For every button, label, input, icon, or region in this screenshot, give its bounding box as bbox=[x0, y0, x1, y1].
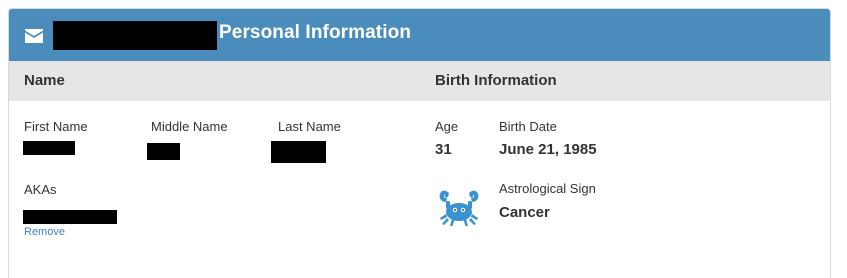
name-section-title: Name bbox=[24, 72, 65, 89]
remove-aka-link[interactable]: Remove bbox=[24, 226, 65, 238]
crab-icon bbox=[439, 190, 479, 226]
age-value: 31 bbox=[435, 141, 452, 158]
redacted-name-block bbox=[53, 21, 217, 50]
middle-name-label: Middle Name bbox=[151, 119, 228, 134]
astrological-sign-label: Astrological Sign bbox=[499, 181, 596, 196]
redacted-aka bbox=[23, 210, 117, 224]
last-name-label: Last Name bbox=[278, 119, 341, 134]
panel-header: Personal Information bbox=[9, 9, 830, 61]
akas-label: AKAs bbox=[24, 182, 57, 197]
mail-icon bbox=[25, 29, 43, 43]
section-header-bar bbox=[9, 61, 830, 101]
redacted-last-name bbox=[271, 141, 326, 163]
birth-date-label: Birth Date bbox=[499, 119, 557, 134]
panel-title: Personal Information bbox=[219, 22, 412, 43]
birth-section-title: Birth Information bbox=[435, 72, 557, 89]
first-name-label: First Name bbox=[24, 119, 88, 134]
astrological-sign-value: Cancer bbox=[499, 204, 550, 221]
redacted-middle-name bbox=[147, 143, 180, 160]
redacted-first-name bbox=[23, 141, 75, 155]
age-label: Age bbox=[435, 119, 459, 134]
birth-date-value: June 21, 1985 bbox=[499, 141, 597, 158]
personal-information-panel: Personal Information Name Birth Informat… bbox=[8, 8, 831, 278]
